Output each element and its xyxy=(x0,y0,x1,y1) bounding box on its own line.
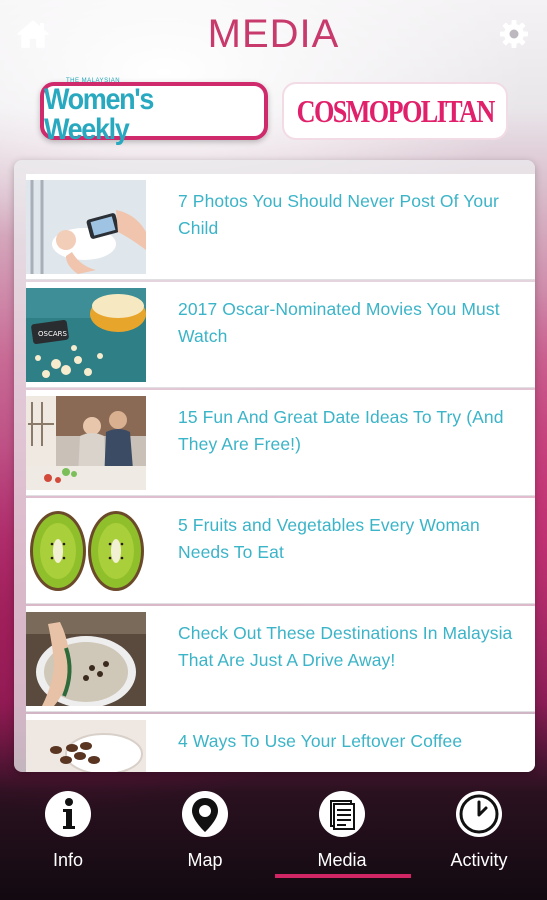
nav-map[interactable]: Map xyxy=(150,790,260,875)
cosmopolitan-logo: COSMOPOLITAN xyxy=(296,92,495,129)
article-title: 2017 Oscar-Nominated Movies You Must Wat… xyxy=(178,299,500,346)
article-thumbnail xyxy=(26,504,146,598)
nav-media-label: Media xyxy=(317,850,367,870)
nav-info[interactable]: Info xyxy=(13,790,123,875)
nav-activity[interactable]: Activity xyxy=(424,790,534,875)
article-item[interactable]: 4 Ways To Use Your Leftover Coffee xyxy=(26,714,535,772)
newspaper-icon xyxy=(319,791,365,837)
article-title: 4 Ways To Use Your Leftover Coffee xyxy=(178,731,463,751)
article-title: 7 Photos You Should Never Post Of Your C… xyxy=(178,191,499,238)
article-thumbnail xyxy=(26,612,146,706)
womens-weekly-tab[interactable]: THE MALAYSIAN Women's Weekly xyxy=(40,78,268,144)
article-item[interactable]: OSCARS 2017 Oscar-Nominated Movies You M… xyxy=(26,282,535,388)
article-item[interactable]: 5 Fruits and Vegetables Every Woman Need… xyxy=(26,498,535,604)
nav-info-label: Info xyxy=(52,850,84,870)
settings-button[interactable] xyxy=(498,18,530,50)
nav-map-label: Map xyxy=(187,850,223,870)
nav-activity-label: Activity xyxy=(450,850,508,870)
header: MEDIA xyxy=(0,0,547,72)
article-thumbnail xyxy=(26,720,146,772)
article-thumbnail xyxy=(26,180,146,274)
gear-icon xyxy=(500,20,528,48)
article-title: Check Out These Destinations In Malaysia… xyxy=(178,623,513,670)
article-thumbnail xyxy=(26,396,146,490)
article-title: 15 Fun And Great Date Ideas To Try (And … xyxy=(178,407,504,454)
womens-weekly-logo: THE MALAYSIAN Women's Weekly xyxy=(44,78,264,145)
womens-weekly-logo-text: Women's Weekly xyxy=(44,82,154,146)
article-title: 5 Fruits and Vegetables Every Woman Need… xyxy=(178,515,480,562)
map-pin-icon xyxy=(182,791,228,837)
cosmopolitan-tab[interactable]: COSMOPOLITAN xyxy=(282,82,508,140)
article-list: 7 Photos You Should Never Post Of Your C… xyxy=(26,174,535,772)
article-item[interactable]: Check Out These Destinations In Malaysia… xyxy=(26,606,535,712)
bottom-navigation: Info Map Media Activity xyxy=(0,780,547,900)
page-title: MEDIA xyxy=(207,12,340,56)
clock-icon xyxy=(456,791,502,837)
nav-media[interactable]: Media xyxy=(287,790,397,875)
articles-panel[interactable]: 7 Photos You Should Never Post Of Your C… xyxy=(14,160,535,772)
svg-text:OSCARS: OSCARS xyxy=(38,330,67,338)
article-item[interactable]: 15 Fun And Great Date Ideas To Try (And … xyxy=(26,390,535,496)
active-tab-indicator xyxy=(275,874,411,878)
article-thumbnail: OSCARS xyxy=(26,288,146,382)
info-icon xyxy=(45,791,91,837)
article-item[interactable]: 7 Photos You Should Never Post Of Your C… xyxy=(26,174,535,280)
